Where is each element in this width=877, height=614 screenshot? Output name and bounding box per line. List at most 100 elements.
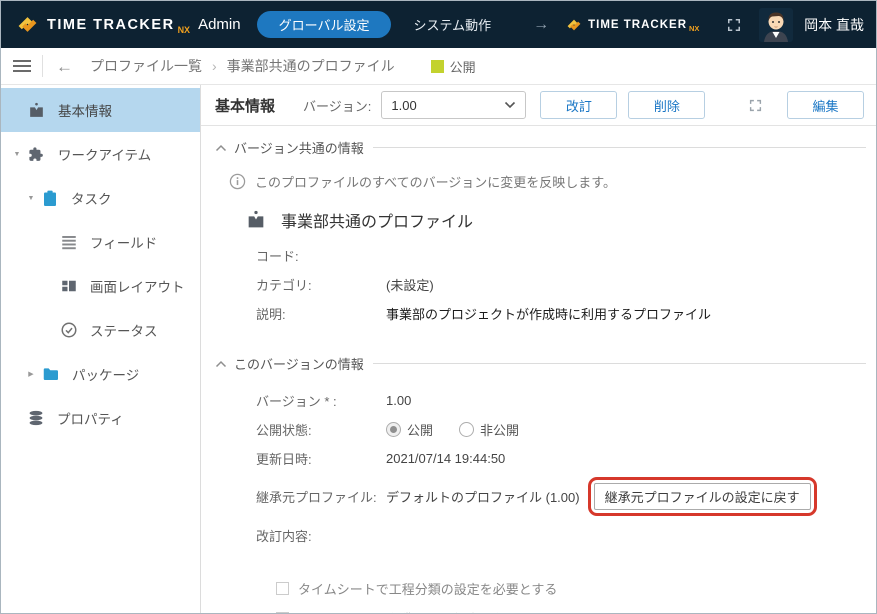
- clipboard-icon: [41, 189, 59, 208]
- timetracker-app-link[interactable]: TIME TRACKER NX: [565, 16, 699, 34]
- field-label: 継承元プロファイル:: [256, 487, 386, 506]
- field-row-inherit: 継承元プロファイル: デフォルトのプロファイル (1.00) 継承元プロファイル…: [256, 477, 866, 516]
- section-common-header: バージョン共通の情報: [215, 138, 866, 157]
- checkbox-label: タイムシートで工程分類の設定を必要とする: [298, 579, 557, 598]
- main-body: バージョン共通の情報 このプロファイルのすべてのバージョンに変更を反映します。: [201, 126, 876, 613]
- field-value: デフォルトのプロファイル (1.00): [386, 487, 580, 506]
- info-text: このプロファイルのすべてのバージョンに変更を反映します。: [255, 172, 616, 191]
- collapse-chevron-up-icon[interactable]: [215, 360, 227, 368]
- status-badge: 公開: [431, 57, 476, 76]
- field-row-code: コード:: [256, 247, 866, 267]
- puzzle-icon: [27, 145, 46, 164]
- sidebar-item-work-items[interactable]: ▼ ワークアイテム: [1, 132, 200, 176]
- checkbox-icon[interactable]: [276, 612, 289, 613]
- field-label: 改訂内容:: [256, 526, 386, 545]
- radio-unselected-icon: [459, 422, 474, 437]
- back-icon[interactable]: ←: [56, 58, 73, 75]
- timetracker-logo-icon: [15, 12, 40, 37]
- radio-public[interactable]: 公開: [386, 420, 433, 439]
- section-version-header: このバージョンの情報: [215, 354, 866, 373]
- checkbox-label: タイムシートで作業分類の設定を必要とする: [298, 609, 557, 613]
- sidebar-item-label: パッケージ: [72, 364, 139, 384]
- chevron-down-icon: [504, 101, 516, 109]
- expand-panel-control[interactable]: [749, 99, 762, 112]
- field-label: 公開状態:: [256, 420, 386, 439]
- arrow-right-icon: →: [533, 16, 549, 34]
- reset-to-inherited-profile-button[interactable]: 継承元プロファイルの設定に戻す: [594, 483, 811, 510]
- checkbox-row-work-category[interactable]: タイムシートで作業分類の設定を必要とする: [276, 609, 866, 613]
- chevron-right-icon: ›: [212, 58, 217, 74]
- brand-title: TIME TRACKER: [47, 17, 175, 33]
- sidebar-item-label: ワークアイテム: [58, 144, 151, 164]
- app-window: TIME TRACKER NX Admin グローバル設定 システム動作 → T…: [0, 0, 877, 614]
- version-select-value: 1.00: [391, 98, 416, 113]
- version-select[interactable]: 1.00: [381, 91, 526, 119]
- sidebar-item-label: 画面レイアウト: [90, 276, 185, 296]
- checkbox-icon[interactable]: [276, 582, 289, 595]
- divider: [373, 363, 866, 364]
- sidebar-item-label: フィールド: [90, 232, 157, 252]
- sidebar-item-screen-layout[interactable]: 画面レイアウト: [1, 264, 200, 308]
- sidebar-item-task[interactable]: ▼ タスク: [1, 176, 200, 220]
- mini-brand-title: TIME TRACKER: [588, 19, 687, 31]
- status-color-square: [431, 60, 444, 73]
- field-label: コード:: [256, 247, 386, 267]
- layout-icon: [60, 277, 78, 295]
- status-label: 公開: [450, 57, 476, 76]
- sidebar-item-label: タスク: [71, 188, 112, 208]
- checkbox-row-process-category[interactable]: タイムシートで工程分類の設定を必要とする: [276, 579, 866, 598]
- field-row-publish-state: 公開状態: 公開 非公開: [256, 419, 866, 439]
- sidebar-item-package[interactable]: ▶ パッケージ: [1, 352, 200, 396]
- field-label: 説明:: [256, 305, 386, 325]
- field-label: バージョン * :: [256, 391, 386, 410]
- profile-box-icon: [27, 101, 46, 120]
- nav-global-settings[interactable]: グローバル設定: [257, 11, 392, 38]
- page-title: 基本情報: [215, 95, 275, 116]
- caret-down-icon[interactable]: ▼: [26, 194, 36, 202]
- main-header: 基本情報 バージョン: 1.00 改訂 削除 編集: [201, 85, 876, 126]
- divider: [373, 147, 866, 148]
- radio-selected-icon: [386, 422, 401, 437]
- revise-button[interactable]: 改訂: [540, 91, 617, 119]
- brand: TIME TRACKER NX Admin: [15, 12, 241, 37]
- sidebar-item-basic-info[interactable]: 基本情報: [1, 88, 200, 132]
- caret-down-icon[interactable]: ▼: [12, 150, 22, 158]
- field-value: (未設定): [386, 276, 434, 296]
- brand-admin: Admin: [198, 16, 241, 33]
- list-lines-icon: [60, 233, 78, 251]
- collapse-chevron-up-icon[interactable]: [215, 144, 227, 152]
- topbar: TIME TRACKER NX Admin グローバル設定 システム動作 → T…: [1, 1, 876, 48]
- edit-button[interactable]: 編集: [787, 91, 864, 119]
- field-row-updated: 更新日時: 2021/07/14 19:44:50: [256, 448, 866, 468]
- annotation-highlight-ring: 継承元プロファイルの設定に戻す: [588, 477, 817, 516]
- delete-button[interactable]: 削除: [628, 91, 705, 119]
- sidebar-item-label: プロパティ: [57, 408, 124, 428]
- radio-private[interactable]: 非公開: [459, 420, 519, 439]
- user-name: 岡本 直哉: [804, 15, 864, 35]
- field-row-version: バージョン * : 1.00: [256, 390, 866, 410]
- menu-icon[interactable]: [13, 57, 31, 75]
- breadcrumb-parent[interactable]: プロファイル一覧: [90, 56, 202, 76]
- radio-label: 非公開: [480, 420, 519, 439]
- version-select-label: バージョン:: [303, 96, 371, 115]
- avatar[interactable]: [759, 8, 793, 42]
- field-row-description: 説明: 事業部のプロジェクトが作成時に利用するプロファイル: [256, 305, 866, 325]
- info-icon: [229, 173, 246, 190]
- fullscreen-icon[interactable]: [727, 18, 741, 32]
- fullscreen-icon: [749, 99, 762, 112]
- database-icon: [27, 409, 45, 427]
- sidebar-item-status[interactable]: ステータス: [1, 308, 200, 352]
- field-value: 1.00: [386, 393, 411, 408]
- nav-system-behavior[interactable]: システム動作: [413, 15, 491, 34]
- section-title: バージョン共通の情報: [234, 138, 364, 157]
- breadcrumb-current: 事業部共通のプロファイル: [227, 56, 395, 76]
- info-note: このプロファイルのすべてのバージョンに変更を反映します。: [229, 172, 866, 191]
- app-switch: → TIME TRACKER NX: [533, 16, 699, 34]
- caret-right-icon[interactable]: ▶: [26, 370, 36, 378]
- sidebar-item-fields[interactable]: フィールド: [1, 220, 200, 264]
- section-title: このバージョンの情報: [234, 354, 364, 373]
- profile-name: 事業部共通のプロファイル: [281, 208, 473, 232]
- timetracker-logo-icon: [565, 16, 583, 34]
- sidebar-item-properties[interactable]: プロパティ: [1, 396, 200, 440]
- main-panel: 基本情報 バージョン: 1.00 改訂 削除 編集: [201, 85, 876, 613]
